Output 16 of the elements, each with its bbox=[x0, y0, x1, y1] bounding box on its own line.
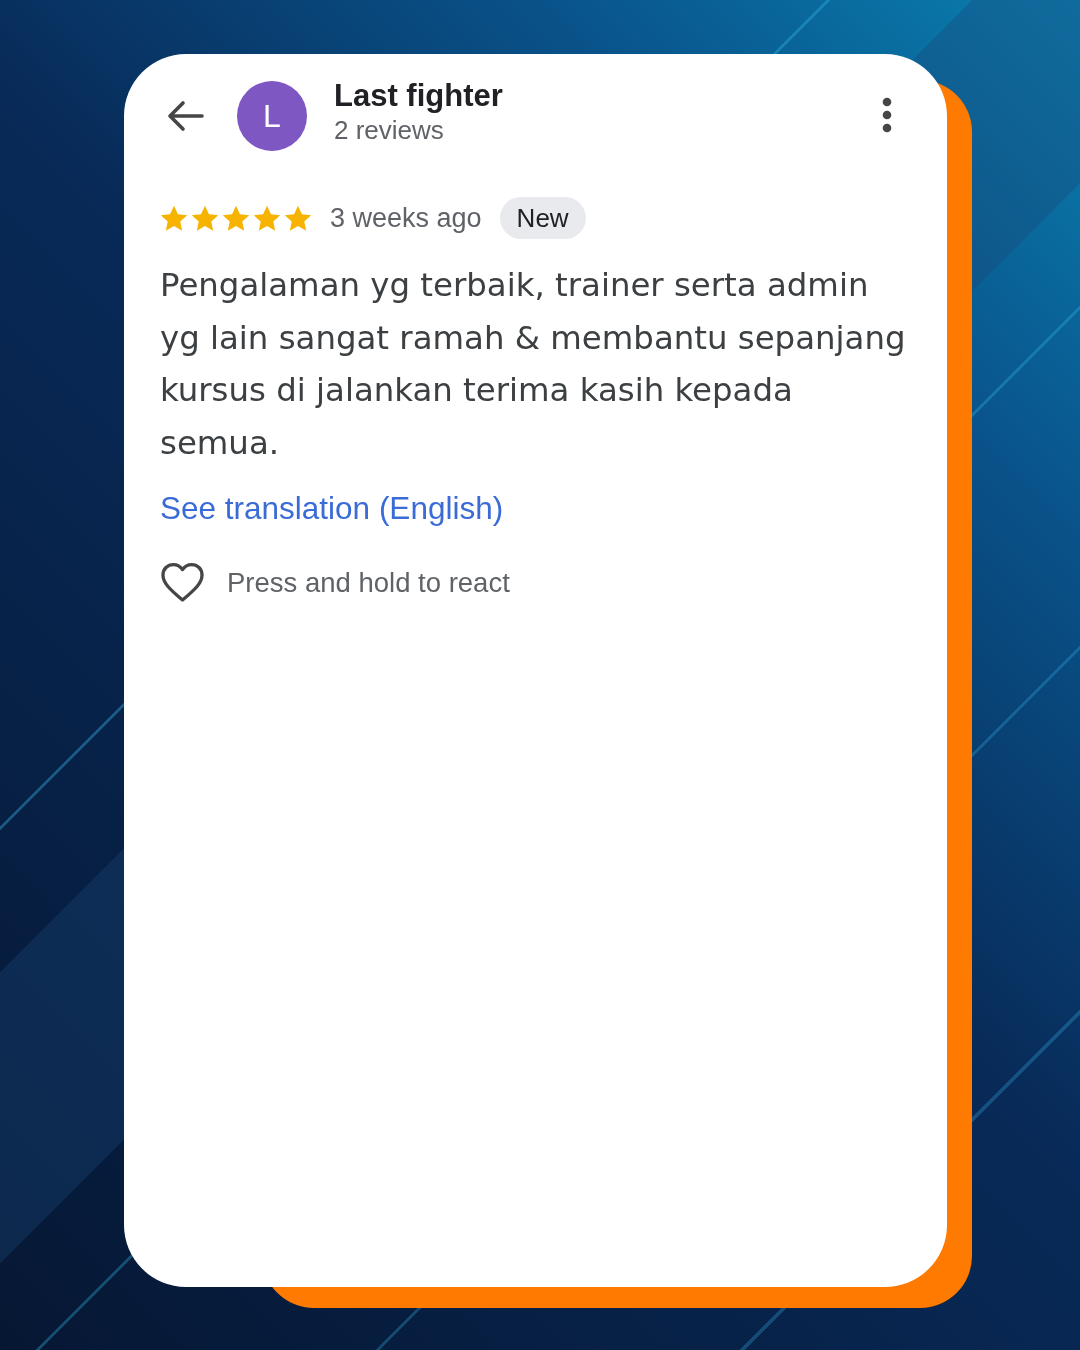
review-text: Pengalaman yg terbaik, trainer serta admin yg lain sangat ramah & membantu sepanjang kursus di jalankan terima kasih kepada semua. bbox=[160, 265, 907, 464]
review-count: 2 reviews bbox=[334, 114, 444, 146]
more-menu-icon[interactable] bbox=[882, 97, 892, 133]
avatar: L bbox=[237, 81, 307, 151]
translation-link[interactable]: See translation (English) bbox=[160, 488, 504, 528]
star-icon bbox=[191, 204, 219, 232]
new-badge: New bbox=[499, 197, 586, 239]
heart-icon[interactable] bbox=[160, 562, 205, 603]
review-time: 3 weeks ago bbox=[330, 202, 482, 234]
star-icon bbox=[160, 204, 188, 232]
star-icon bbox=[222, 204, 250, 232]
react-hint: Press and hold to react bbox=[227, 566, 510, 599]
reviewer-name: Last fighter bbox=[334, 78, 503, 114]
back-icon[interactable] bbox=[166, 100, 204, 132]
star-icon bbox=[284, 204, 312, 232]
star-icon bbox=[253, 204, 281, 232]
